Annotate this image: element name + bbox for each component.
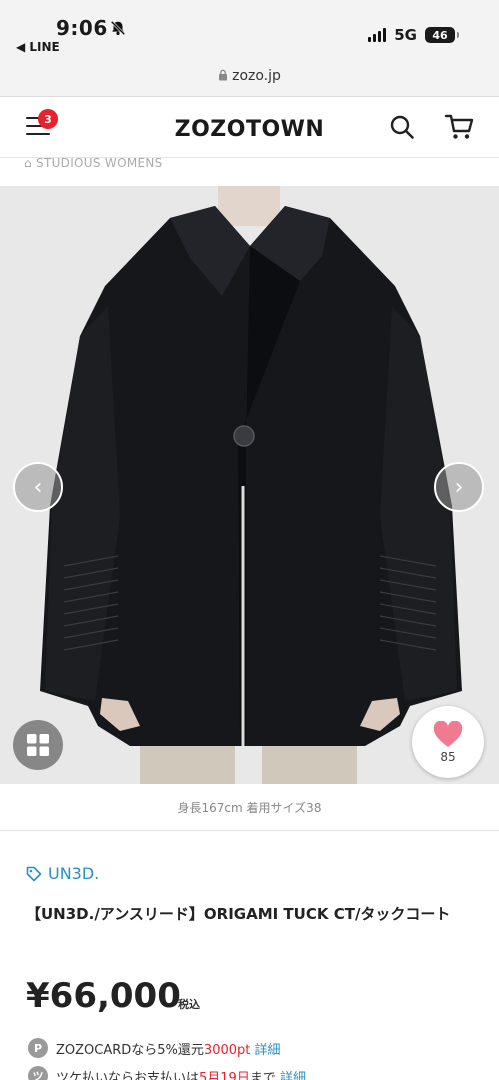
status-time: 9:06 <box>56 16 108 40</box>
tsuke-icon: ツ <box>28 1066 48 1080</box>
previous-image-button[interactable]: ‹ <box>13 462 63 512</box>
battery-icon: 46 <box>425 27 455 43</box>
heart-icon <box>433 720 463 747</box>
chevron-right-icon: › <box>454 474 464 500</box>
site-header: 3 ZOZOTOWN <box>0 96 499 158</box>
tax-label: 税込 <box>178 998 200 1011</box>
tsuke-promo: ツ ツケ払いならお支払いは5月19日まで 詳細 <box>28 1066 306 1080</box>
bell-slash-icon <box>110 20 126 36</box>
promo-points: 3000pt <box>203 1042 251 1058</box>
product-title: 【UN3D./アンスリード】ORIGAMI TUCK CT/タックコート <box>26 905 451 923</box>
promo-detail-link[interactable]: 詳細 <box>280 1071 306 1080</box>
lock-icon <box>219 69 228 81</box>
product-photo <box>0 186 499 784</box>
url-bar[interactable]: zozo.jp <box>0 68 499 84</box>
promo-detail-link[interactable]: 詳細 <box>255 1043 281 1058</box>
favorite-count: 85 <box>440 749 456 764</box>
next-image-button[interactable]: › <box>434 462 484 512</box>
model-size-info: 身長167cm 着用サイズ38 <box>177 801 322 815</box>
browser-chrome: 9:06 ◀ LINE 5G 46 zozo.jp <box>0 0 499 96</box>
promo-text: ツケ払いならお支払いは <box>56 1070 200 1080</box>
promo-suffix: まで <box>249 1070 276 1080</box>
shop-name[interactable]: ⌂ STUDIOUS WOMENS <box>24 156 163 170</box>
chevron-left-icon: ‹ <box>33 474 43 500</box>
shop-icon: ⌂ <box>24 156 37 170</box>
points-icon: P <box>28 1038 48 1058</box>
back-to-app-link[interactable]: ◀ LINE <box>16 40 60 54</box>
shop-name-label: STUDIOUS WOMENS <box>36 156 163 170</box>
tag-icon <box>26 866 42 881</box>
search-icon[interactable] <box>389 114 415 140</box>
signal-icon <box>368 28 387 42</box>
url-text: zozo.jp <box>232 68 281 84</box>
brand-link[interactable]: UN3D. <box>26 864 99 883</box>
promo-text: ZOZOCARDなら5%還元 <box>56 1042 204 1058</box>
status-indicators: 5G 46 <box>368 26 459 44</box>
product-price: ¥66,000 <box>26 976 181 1016</box>
site-logo[interactable]: ZOZOTOWN <box>0 117 499 142</box>
divider <box>0 830 499 831</box>
promo-date: 5月19日 <box>199 1070 250 1080</box>
network-label: 5G <box>394 26 417 44</box>
grid-icon <box>27 734 49 756</box>
battery-tip <box>457 32 459 38</box>
image-grid-button[interactable] <box>13 720 63 770</box>
favorite-button[interactable]: 85 <box>412 706 484 778</box>
cart-icon[interactable] <box>444 113 474 141</box>
brand-name: UN3D. <box>48 864 100 883</box>
product-image-carousel[interactable]: ‹ › 85 <box>0 186 499 784</box>
zozocard-promo: P ZOZOCARDなら5%還元3000pt 詳細 <box>28 1038 281 1058</box>
